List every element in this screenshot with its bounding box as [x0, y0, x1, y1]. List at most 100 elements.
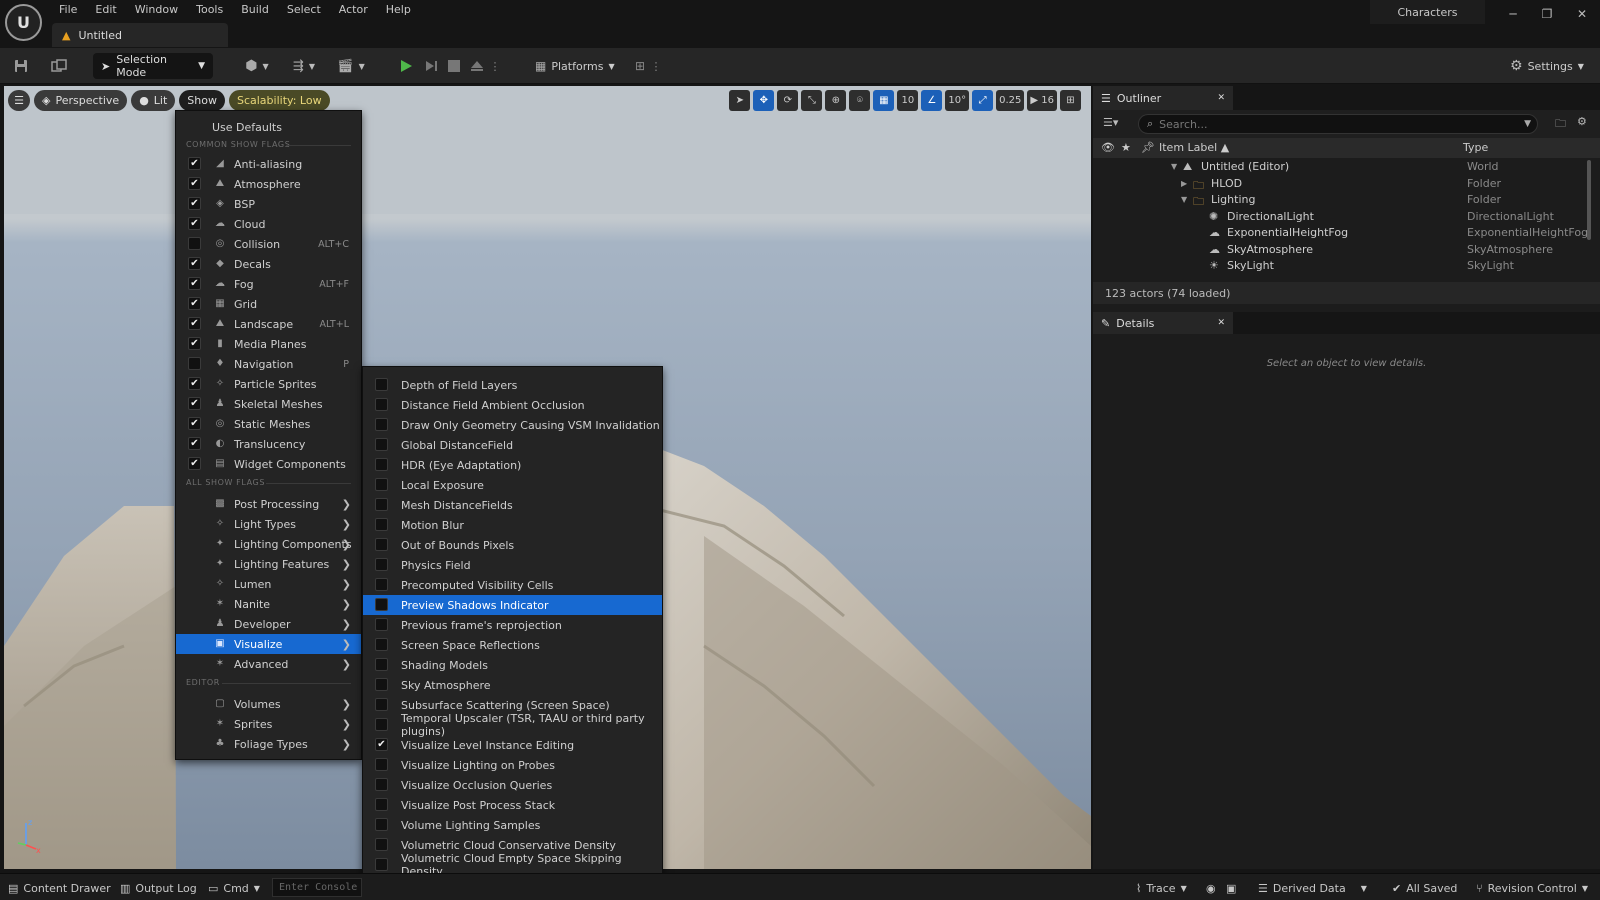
menu-select[interactable]: Select	[278, 1, 330, 21]
viewport-layout-icon[interactable]: ⊞	[1060, 90, 1081, 111]
perspective-button[interactable]: ◈ Perspective	[34, 90, 128, 111]
outliner-row[interactable]: ☁ ExponentialHeightFog ExponentialHeightFo…	[1093, 226, 1588, 242]
checkbox[interactable]	[375, 378, 388, 391]
show-flag-item[interactable]: ✔ ◢ Anti-aliasing	[176, 154, 361, 174]
menu-window[interactable]: Window	[126, 1, 187, 21]
visualize-item[interactable]: Volume Lighting Samples	[363, 815, 662, 835]
checkbox[interactable]: ✔	[188, 437, 201, 450]
visualize-item[interactable]: ✔ Visualize Level Instance Editing	[363, 735, 662, 755]
record-icon[interactable]: ◉	[1206, 878, 1216, 898]
lit-button[interactable]: ● Lit	[131, 90, 176, 111]
submenu-post-processing[interactable]: ▩ Post Processing ❯	[176, 494, 361, 514]
checkbox[interactable]	[375, 598, 388, 611]
checkbox[interactable]: ✔	[188, 177, 201, 190]
visualize-item[interactable]: Volumetric Cloud Empty Space Skipping De…	[363, 852, 662, 878]
blueprints-button[interactable]: ⇶ ▼	[287, 53, 321, 79]
scale-tool-icon[interactable]: ⤡	[801, 90, 823, 111]
show-flag-item[interactable]: ✔ ▤ Widget Components	[176, 454, 361, 474]
visualize-item[interactable]: Out of Bounds Pixels	[363, 535, 662, 555]
outliner-tab[interactable]: ☰ Outliner ✕	[1093, 86, 1233, 110]
checkbox[interactable]: ✔	[188, 377, 201, 390]
checkbox[interactable]	[375, 478, 388, 491]
show-button[interactable]: Show	[179, 90, 225, 111]
add-actor-button[interactable]: ⬢ ▼	[240, 53, 274, 79]
chevron-right-icon[interactable]: ▶	[1181, 179, 1187, 188]
document-tab[interactable]: ▲ Untitled	[52, 23, 228, 47]
submenu-volumes[interactable]: ▢ Volumes ❯	[176, 694, 361, 714]
visualize-item[interactable]: Mesh DistanceFields	[363, 495, 662, 515]
show-flag-item[interactable]: ✔ ▦ Grid	[176, 294, 361, 314]
menu-file[interactable]: File	[50, 1, 86, 21]
visualize-item[interactable]: Distance Field Ambient Occlusion	[363, 395, 662, 415]
add-folder-icon[interactable]: 🗀︎	[1555, 115, 1566, 134]
select-tool-icon[interactable]: ➤	[729, 90, 751, 111]
outliner-scrollbar[interactable]	[1587, 160, 1591, 240]
close-icon[interactable]: ✕	[1217, 93, 1225, 103]
checkbox[interactable]	[375, 398, 388, 411]
checkbox[interactable]: ✔	[188, 337, 201, 350]
checkbox[interactable]	[375, 838, 388, 851]
visualize-item[interactable]: Visualize Lighting on Probes	[363, 755, 662, 775]
visualize-item[interactable]: Visualize Occlusion Queries	[363, 775, 662, 795]
outliner-row[interactable]: ▼ ⛰ Untitled (Editor) World	[1093, 160, 1583, 176]
viewport-options-button[interactable]: ☰	[8, 90, 30, 111]
translate-tool-icon[interactable]: ✥	[753, 90, 775, 111]
checkbox[interactable]	[375, 758, 388, 771]
checkbox[interactable]: ✔	[188, 417, 201, 430]
rotation-snap-toggle[interactable]: ∠	[921, 90, 943, 111]
menu-help[interactable]: Help	[377, 1, 420, 21]
visualize-item[interactable]: Motion Blur	[363, 515, 662, 535]
submenu-developer[interactable]: ♟ Developer ❯	[176, 614, 361, 634]
submenu-lighting-features[interactable]: ✦ Lighting Features ❯	[176, 554, 361, 574]
selection-mode-dropdown[interactable]: ➤ Selection Mode ▼	[93, 53, 213, 79]
menu-edit[interactable]: Edit	[86, 1, 125, 21]
console-input[interactable]: Enter Console	[272, 878, 362, 897]
show-flag-item[interactable]: ✔ ◆ Decals	[176, 254, 361, 274]
checkbox[interactable]	[375, 578, 388, 591]
derived-data-dropdown[interactable]: ☰ Derived Data ▼	[1258, 878, 1367, 898]
checkbox[interactable]	[375, 778, 388, 791]
show-flag-item[interactable]: ✔ ◐ Translucency	[176, 434, 361, 454]
scale-snap-toggle[interactable]: ⤢	[972, 90, 994, 111]
checkbox[interactable]: ✔	[188, 217, 201, 230]
trace-dropdown[interactable]: ⌇ Trace ▼	[1136, 878, 1187, 898]
settings-dropdown[interactable]: ⚙ Settings ▼	[1510, 53, 1594, 79]
checkbox[interactable]: ✔	[188, 297, 201, 310]
platforms-dropdown[interactable]: ▦ Platforms ▼	[535, 53, 619, 79]
rotate-tool-icon[interactable]: ⟳	[777, 90, 799, 111]
visualize-item[interactable]: Shading Models	[363, 655, 662, 675]
outliner-row[interactable]: ▼ 🗀︎ Lighting Folder	[1093, 193, 1583, 209]
menu-build[interactable]: Build	[232, 1, 278, 21]
pin-icon[interactable]: 📌︎	[1141, 141, 1155, 154]
checkbox[interactable]: ✔	[188, 257, 201, 270]
menu-actor[interactable]: Actor	[330, 1, 377, 21]
menu-tools[interactable]: Tools	[187, 1, 232, 21]
details-tab[interactable]: ✎ Details ✕	[1093, 312, 1233, 334]
type-column[interactable]: Type	[1463, 141, 1488, 154]
checkbox[interactable]	[375, 418, 388, 431]
show-flag-item[interactable]: ✔ ✧ Particle Sprites	[176, 374, 361, 394]
show-flag-item[interactable]: ◎ Collision ALT+C	[176, 234, 361, 254]
show-flag-item[interactable]: ✔ ♟ Skeletal Meshes	[176, 394, 361, 414]
show-flag-item[interactable]: ✔ ⛰ Landscape ALT+L	[176, 314, 361, 334]
visualize-item[interactable]: Global DistanceField	[363, 435, 662, 455]
outliner-settings-icon[interactable]: ⚙	[1577, 115, 1587, 128]
checkbox[interactable]: ✔	[188, 317, 201, 330]
submenu-advanced[interactable]: ✶ Advanced ❯	[176, 654, 361, 674]
checkbox[interactable]	[375, 658, 388, 671]
checkbox[interactable]	[188, 237, 201, 250]
screenshot-icon[interactable]: ▣	[1226, 878, 1236, 898]
scalability-button[interactable]: Scalability: Low	[228, 90, 330, 111]
restore-icon[interactable]: ❐	[1533, 4, 1561, 24]
content-browser-icon[interactable]	[48, 53, 70, 79]
chevron-down-icon[interactable]: ▼	[1171, 162, 1177, 171]
unreal-logo-icon[interactable]: U	[5, 4, 42, 41]
play-options-icon[interactable]: ⋮	[489, 53, 501, 79]
close-window-icon[interactable]: ✕	[1568, 4, 1596, 24]
checkbox[interactable]: ✔	[188, 277, 201, 290]
use-defaults-item[interactable]: Use Defaults	[176, 117, 361, 137]
save-icon[interactable]	[10, 53, 32, 79]
submenu-sprites[interactable]: ✶ Sprites ❯	[176, 714, 361, 734]
visualize-item[interactable]: Sky Atmosphere	[363, 675, 662, 695]
checkbox[interactable]: ✔	[188, 197, 201, 210]
